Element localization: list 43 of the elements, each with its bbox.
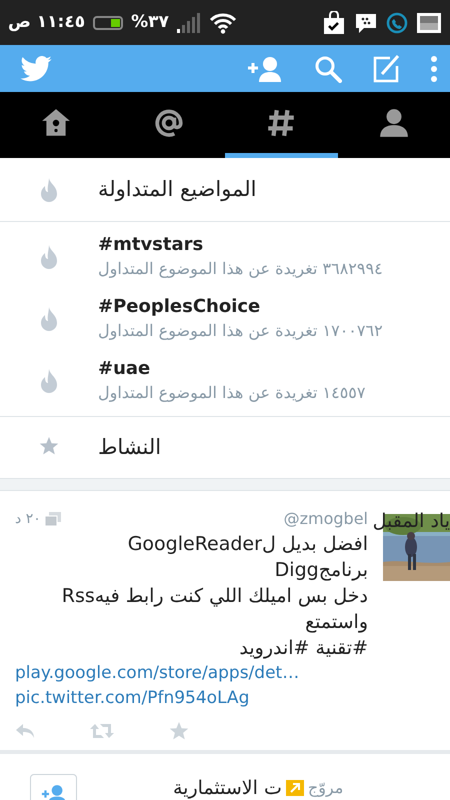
trend-hashtag[interactable]: #mtvstars xyxy=(98,233,204,257)
media-icon xyxy=(44,512,61,526)
battery-icon xyxy=(93,16,124,30)
phone-bubble-icon xyxy=(386,12,408,34)
flame-icon xyxy=(38,369,60,393)
trend-hashtag[interactable]: #PeoplesChoice xyxy=(98,295,260,319)
bird-logo-icon xyxy=(20,56,52,82)
more-menu-icon[interactable] xyxy=(430,54,438,82)
trend-count: ١٤٥٥٧ تغريدة عن هذا الموضوع المتداول xyxy=(98,382,366,404)
search-icon[interactable] xyxy=(314,54,342,82)
section-title[interactable]: النشاط xyxy=(98,432,162,464)
flame-icon xyxy=(38,307,60,331)
battery-percent: %٣٧ xyxy=(131,10,169,34)
signal-icon xyxy=(176,12,201,32)
reply-icon[interactable] xyxy=(15,722,35,738)
tweet-handle: @zmogbel xyxy=(284,508,368,530)
tweet-text: دخل بس اميلك اللي كنت رابط فيهRss xyxy=(60,584,368,609)
tweet-text: برنامجDigg xyxy=(274,558,368,583)
promoted-label: مروّج xyxy=(308,777,344,800)
promoted-title[interactable]: ت الاستثمارية xyxy=(173,774,282,800)
trend-hashtag[interactable]: #uae xyxy=(98,357,150,381)
favorite-star-icon[interactable] xyxy=(169,721,189,740)
retweet-icon[interactable] xyxy=(90,722,114,738)
wifi-icon xyxy=(208,12,237,34)
flame-icon xyxy=(38,178,60,202)
tweet-time: ٢٠ د xyxy=(15,510,41,528)
at-sign-icon xyxy=(152,106,185,138)
flame-icon xyxy=(38,245,60,269)
shopping-bag-icon xyxy=(322,10,346,34)
trend-count: ٣٦٨٢٩٩٤ تغريدة عن هذا الموضوع المتداول xyxy=(98,258,383,280)
image-icon xyxy=(416,12,442,34)
add-user-icon[interactable] xyxy=(246,54,284,82)
compose-icon[interactable] xyxy=(372,54,400,82)
tweet-text: افضل بديل لGoogleReader xyxy=(126,532,368,557)
clock-time: ١١:٤٥ ص xyxy=(8,10,86,34)
person-icon xyxy=(378,106,410,138)
tweet-text: واستمتع xyxy=(304,610,368,635)
birdhouse-icon xyxy=(40,106,72,138)
section-title[interactable]: المواضيع المتداولة xyxy=(98,174,256,206)
tweet-link[interactable]: pic.twitter.com/Pfn954oLAg xyxy=(15,686,250,711)
tweet-text: #تقنية #اندرويد xyxy=(238,636,368,661)
trend-count: ١٧٠٠٧٦٢ تغريدة عن هذا الموضوع المتداول xyxy=(98,320,383,342)
tweet-link[interactable]: play.google.com/store/apps/det… xyxy=(15,661,300,686)
